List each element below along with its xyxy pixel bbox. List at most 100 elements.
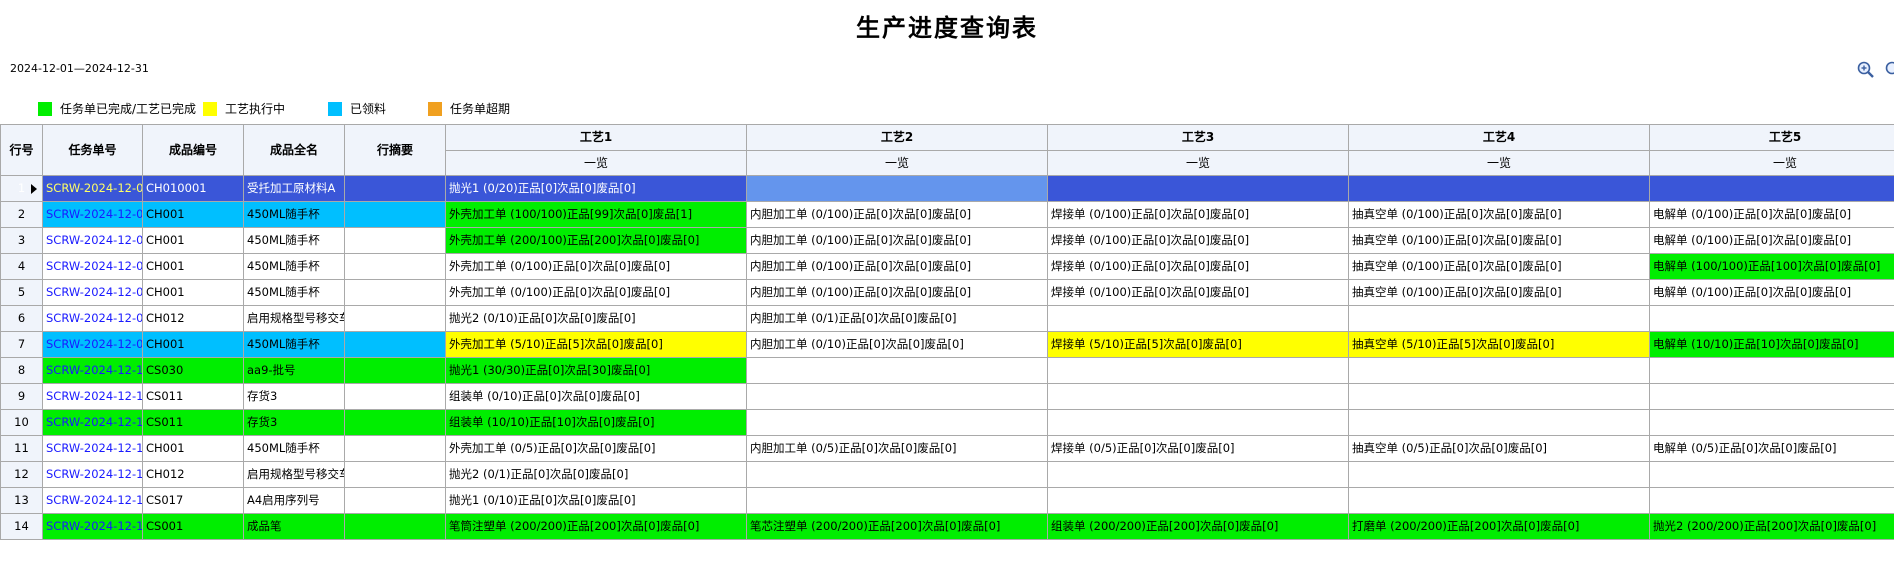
- summary-cell[interactable]: [344, 175, 446, 202]
- process-cell[interactable]: 抽真空单 (0/100)正品[0]次品[0]废品[0]: [1348, 253, 1650, 280]
- process-cell[interactable]: 内胆加工单 (0/100)正品[0]次品[0]废品[0]: [746, 253, 1048, 280]
- row-number-cell[interactable]: 3: [0, 227, 43, 254]
- summary-cell[interactable]: [344, 227, 446, 254]
- product-code-cell[interactable]: CH010001: [142, 175, 244, 202]
- row-number-cell[interactable]: 8: [0, 357, 43, 384]
- row-number-cell[interactable]: 4: [0, 253, 43, 280]
- process-cell[interactable]: [1649, 461, 1894, 488]
- row-number-cell[interactable]: 13: [0, 487, 43, 514]
- process-cell[interactable]: [1649, 175, 1894, 202]
- table-row[interactable]: 3SCRW-2024-12-02-0CH001450ML随手杯 外壳加工单 (20…: [0, 227, 1894, 254]
- product-code-cell[interactable]: CH001: [142, 227, 244, 254]
- col-header-process-5[interactable]: 工艺5: [1649, 124, 1894, 151]
- product-code-cell[interactable]: CH012: [142, 305, 244, 332]
- process-cell[interactable]: 内胆加工单 (0/5)正品[0]次品[0]废品[0]: [746, 435, 1048, 462]
- process-cell[interactable]: 电解单 (0/5)正品[0]次品[0]废品[0]: [1649, 435, 1894, 462]
- product-name-cell[interactable]: 启用规格型号移交车: [243, 461, 345, 488]
- process-cell[interactable]: 抽真空单 (0/100)正品[0]次品[0]废品[0]: [1348, 201, 1650, 228]
- process-cell[interactable]: 笔芯注塑单 (200/200)正品[200]次品[0]废品[0]: [746, 513, 1048, 540]
- process-cell[interactable]: [1649, 409, 1894, 436]
- summary-cell[interactable]: [344, 513, 446, 540]
- product-name-cell[interactable]: 450ML随手杯: [243, 279, 345, 306]
- process-cell[interactable]: [1649, 305, 1894, 332]
- process-cell[interactable]: 外壳加工单 (100/100)正品[99]次品[0]废品[1]: [445, 201, 747, 228]
- task-no-cell[interactable]: SCRW-2024-12-16-0: [42, 461, 143, 488]
- row-number-cell[interactable]: 5: [0, 279, 43, 306]
- process-cell[interactable]: [1047, 175, 1349, 202]
- row-number-cell[interactable]: 10: [0, 409, 43, 436]
- product-code-cell[interactable]: CH001: [142, 201, 244, 228]
- process-cell[interactable]: [746, 487, 1048, 514]
- process-cell[interactable]: [1348, 305, 1650, 332]
- process-cell[interactable]: [1348, 357, 1650, 384]
- row-number-cell[interactable]: 11: [0, 435, 43, 462]
- process-cell[interactable]: 抛光1 (30/30)正品[0]次品[30]废品[0]: [445, 357, 747, 384]
- table-row[interactable]: 1SCRW-2024-12-02-0CH010001受托加工原材料A 抛光1 (0…: [0, 175, 1894, 202]
- col-header-task-no[interactable]: 任务单号: [42, 124, 143, 176]
- process-cell[interactable]: 抛光2 (200/200)正品[200]次品[0]废品[0]: [1649, 513, 1894, 540]
- product-name-cell[interactable]: 存货3: [243, 383, 345, 410]
- process-cell[interactable]: 打磨单 (200/200)正品[200]次品[0]废品[0]: [1348, 513, 1650, 540]
- summary-cell[interactable]: [344, 435, 446, 462]
- process-cell[interactable]: [1047, 461, 1349, 488]
- row-number-cell[interactable]: 7: [0, 331, 43, 358]
- product-name-cell[interactable]: 450ML随手杯: [243, 201, 345, 228]
- process-cell[interactable]: [1047, 305, 1349, 332]
- process-cell[interactable]: 笔筒注塑单 (200/200)正品[200]次品[0]废品[0]: [445, 513, 747, 540]
- process-cell[interactable]: 内胆加工单 (0/10)正品[0]次品[0]废品[0]: [746, 331, 1048, 358]
- col-header-row-no[interactable]: 行号: [0, 124, 43, 176]
- product-code-cell[interactable]: CS011: [142, 409, 244, 436]
- row-number-cell[interactable]: 14: [0, 513, 43, 540]
- row-number-cell[interactable]: 2: [0, 201, 43, 228]
- task-no-cell[interactable]: SCRW-2024-12-09-0: [42, 331, 143, 358]
- row-number-cell[interactable]: 12: [0, 461, 43, 488]
- task-no-cell[interactable]: SCRW-2024-12-16-0: [42, 409, 143, 436]
- product-code-cell[interactable]: CS011: [142, 383, 244, 410]
- product-name-cell[interactable]: aa9-批号: [243, 357, 345, 384]
- process-cell[interactable]: 组装单 (200/200)正品[200]次品[0]废品[0]: [1047, 513, 1349, 540]
- product-name-cell[interactable]: A4启用序列号: [243, 487, 345, 514]
- product-name-cell[interactable]: 启用规格型号移交车: [243, 305, 345, 332]
- process-cell[interactable]: [746, 357, 1048, 384]
- process-cell[interactable]: [746, 461, 1048, 488]
- process-cell[interactable]: 焊接单 (0/100)正品[0]次品[0]废品[0]: [1047, 201, 1349, 228]
- task-no-cell[interactable]: SCRW-2024-12-02-0: [42, 201, 143, 228]
- product-name-cell[interactable]: 成品笔: [243, 513, 345, 540]
- table-row[interactable]: 9SCRW-2024-12-11-0CS011存货3 组装单 (0/10)正品[0…: [0, 383, 1894, 410]
- table-row[interactable]: 5SCRW-2024-12-06-0CH001450ML随手杯 外壳加工单 (0/…: [0, 279, 1894, 306]
- product-code-cell[interactable]: CH001: [142, 331, 244, 358]
- summary-cell[interactable]: [344, 383, 446, 410]
- process-cell[interactable]: [1649, 357, 1894, 384]
- table-row[interactable]: 11SCRW-2024-12-16-0CH001450ML随手杯 外壳加工单 (0…: [0, 435, 1894, 462]
- process-cell[interactable]: [1047, 409, 1349, 436]
- row-number-cell[interactable]: 6: [0, 305, 43, 332]
- summary-cell[interactable]: [344, 201, 446, 228]
- product-name-cell[interactable]: 450ML随手杯: [243, 331, 345, 358]
- process-cell[interactable]: 焊接单 (0/100)正品[0]次品[0]废品[0]: [1047, 279, 1349, 306]
- process-cell[interactable]: 内胆加工单 (0/1)正品[0]次品[0]废品[0]: [746, 305, 1048, 332]
- process-cell[interactable]: 外壳加工单 (5/10)正品[5]次品[0]废品[0]: [445, 331, 747, 358]
- table-row[interactable]: 7SCRW-2024-12-09-0CH001450ML随手杯 外壳加工单 (5/…: [0, 331, 1894, 358]
- col-header-product-name[interactable]: 成品全名: [243, 124, 345, 176]
- process-cell[interactable]: 外壳加工单 (200/100)正品[200]次品[0]废品[0]: [445, 227, 747, 254]
- product-name-cell[interactable]: 存货3: [243, 409, 345, 436]
- col-header-process-4[interactable]: 工艺4: [1348, 124, 1650, 151]
- table-row[interactable]: 6SCRW-2024-12-09-0CH012启用规格型号移交车 抛光2 (0/1…: [0, 305, 1894, 332]
- process-cell[interactable]: 抽真空单 (0/100)正品[0]次品[0]废品[0]: [1348, 279, 1650, 306]
- table-row[interactable]: 4SCRW-2024-12-02-0CH001450ML随手杯 外壳加工单 (0/…: [0, 253, 1894, 280]
- process-cell[interactable]: [1649, 383, 1894, 410]
- table-row[interactable]: 8SCRW-2024-12-10-0CS030aa9-批号 抛光1 (30/30)…: [0, 357, 1894, 384]
- task-no-cell[interactable]: SCRW-2024-12-02-0: [42, 227, 143, 254]
- task-no-cell[interactable]: SCRW-2024-12-16-0: [42, 435, 143, 462]
- task-no-cell[interactable]: SCRW-2024-12-17-0: [42, 487, 143, 514]
- process-cell[interactable]: [1649, 487, 1894, 514]
- summary-cell[interactable]: [344, 331, 446, 358]
- process-cell[interactable]: 内胆加工单 (0/100)正品[0]次品[0]废品[0]: [746, 227, 1048, 254]
- product-code-cell[interactable]: CH012: [142, 461, 244, 488]
- summary-cell[interactable]: [344, 279, 446, 306]
- process-cell[interactable]: 内胆加工单 (0/100)正品[0]次品[0]废品[0]: [746, 279, 1048, 306]
- table-row[interactable]: 10SCRW-2024-12-16-0CS011存货3 组装单 (10/10)正品…: [0, 409, 1894, 436]
- process-cell[interactable]: [1348, 409, 1650, 436]
- process-cell[interactable]: 抛光1 (0/10)正品[0]次品[0]废品[0]: [445, 487, 747, 514]
- process-cell[interactable]: [746, 409, 1048, 436]
